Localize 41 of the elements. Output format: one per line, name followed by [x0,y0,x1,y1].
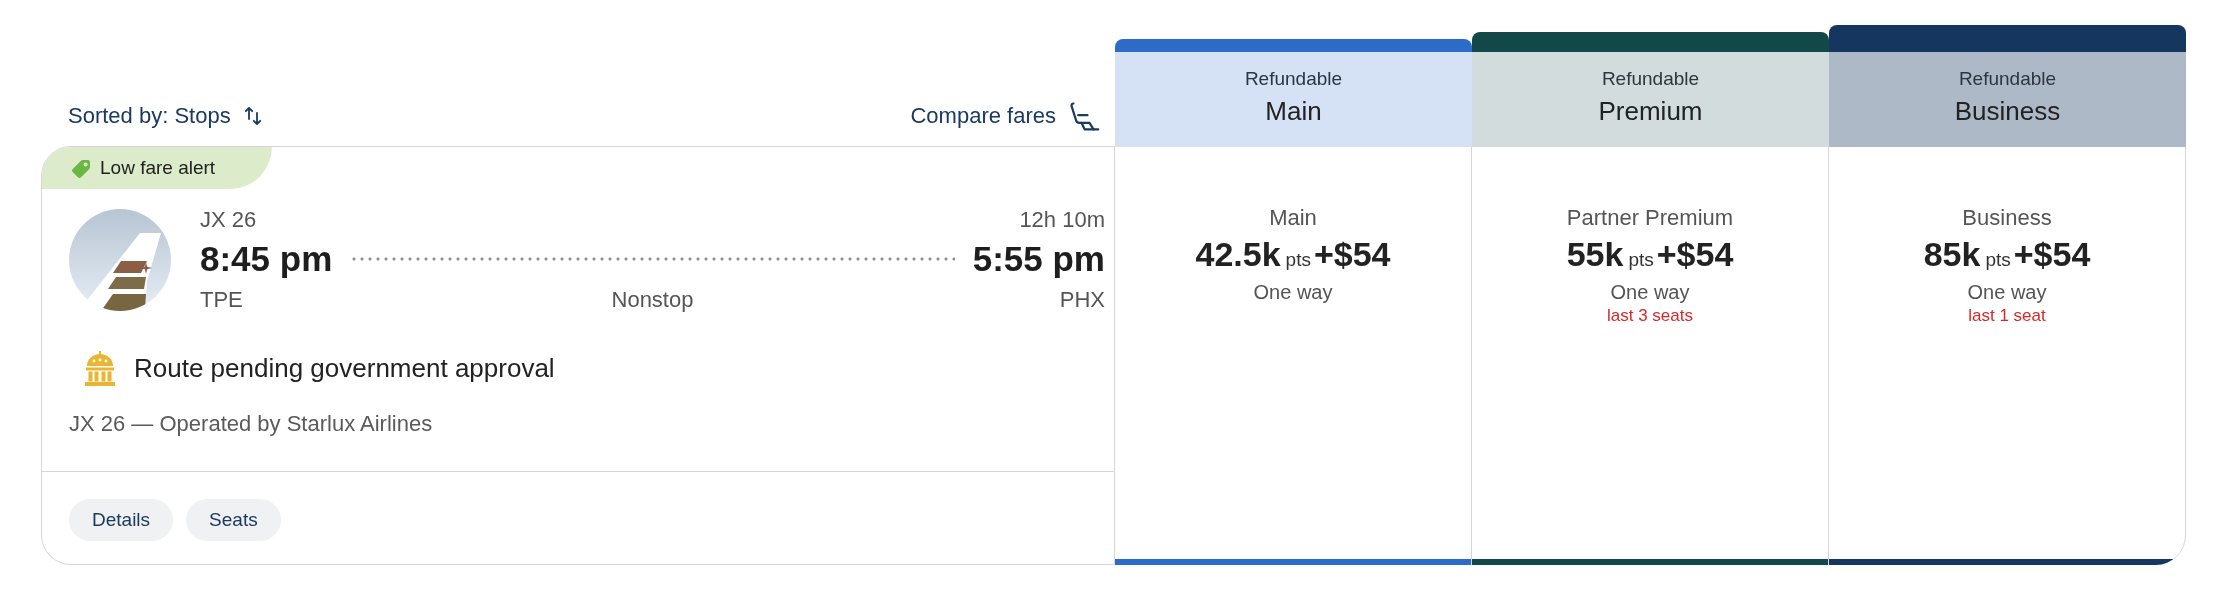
flight-duration: 12h 10m [1019,206,1105,234]
trip-type: One way [1610,280,1690,305]
arrival-time: 5:55 pm [972,239,1105,279]
fare-type-label: Refundable [1244,67,1343,91]
fare-name: Business [1962,204,2052,232]
points-unit: pts [1985,248,2011,272]
operator-info: JX 26 — Operated by Starlux Airlines [68,410,434,438]
points-unit: pts [1285,248,1311,272]
departure-time: 8:45 pm [200,239,333,279]
seat-icon [1069,101,1100,131]
pill-button[interactable]: Details [69,499,174,541]
points-price: 85k [1923,234,1981,275]
points-price: 42.5k [1195,234,1281,275]
government-building-icon [84,350,116,386]
cash-price: +$54 [1656,234,1734,275]
points-unit: pts [1628,248,1654,272]
cabin-name: Business [1954,95,2061,127]
pill-button[interactable]: Seats [186,499,281,541]
fare-name: Main [1269,204,1317,232]
seats-left-warning: last 1 seat [1968,305,2046,327]
fare-type-label: Refundable [1958,67,2057,91]
cabin-name: Main [1265,95,1322,127]
cash-price: +$54 [2013,234,2091,275]
points-price: 55k [1566,234,1624,275]
sort-arrows-icon [242,106,263,126]
trip-type: One way [1967,280,2047,305]
flight-number: JX 26 [200,206,257,234]
origin-airport: TPE [200,286,244,314]
cash-price: +$54 [1313,234,1391,275]
sort-button[interactable]: Sorted by: Stops [68,101,263,131]
seats-left-warning: last 3 seats [1607,305,1693,327]
trip-type: One way [1253,280,1333,305]
compare-fares-button[interactable]: Compare fares [910,101,1100,131]
tag-icon [71,158,91,178]
route-notice: Route pending government approval [134,352,555,385]
destination-airport: PHX [1058,286,1105,314]
fare-type-label: Refundable [1601,67,1700,91]
cabin-name: Premium [1598,95,1703,127]
badge-label: Low fare alert [100,156,216,180]
stops-label: Nonstop [610,286,695,314]
fare-name: Partner Premium [1566,204,1734,232]
